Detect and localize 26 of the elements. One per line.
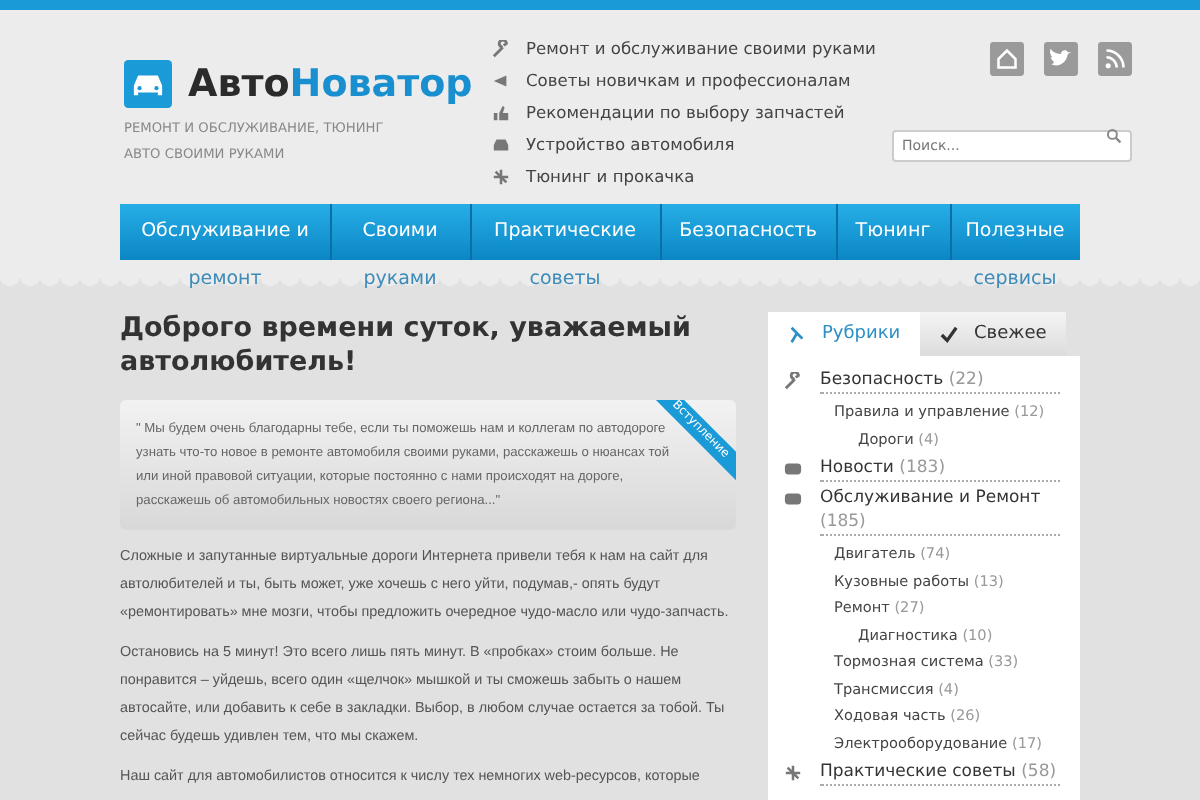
bird-icon[interactable] <box>1044 42 1078 76</box>
rss-icon[interactable] <box>1098 42 1132 76</box>
header-link[interactable]: Ремонт и обслуживание своими руками <box>526 38 876 58</box>
wrench-icon <box>784 372 802 390</box>
thumbs-up-icon <box>492 103 510 121</box>
tuning-icon <box>492 167 510 185</box>
header-link[interactable]: Устройство автомобиля <box>526 134 735 154</box>
category-link[interactable]: Новости (183) <box>820 456 1060 482</box>
home-icon[interactable] <box>990 42 1024 76</box>
category-link[interactable]: Безопасность (22) <box>820 368 1060 394</box>
article-title: Доброго времени суток, уважаемый автолюбитель! <box>120 312 693 380</box>
header-link[interactable]: Тюнинг и прокачка <box>526 166 695 186</box>
category-link[interactable]: Обслуживание и Ремонт (185) <box>820 486 1060 536</box>
car-icon <box>492 135 510 153</box>
car-logo-icon <box>124 60 172 108</box>
sidebar-tab[interactable]: Свежее <box>920 312 1067 356</box>
header-link[interactable]: Советы новичкам и профессионалам <box>526 70 851 90</box>
wrench-icon <box>492 39 510 57</box>
tuning-icon <box>784 764 802 782</box>
sidebar-tab[interactable]: Рубрики <box>768 312 920 356</box>
search-icon <box>1106 128 1122 144</box>
horn-icon <box>492 71 510 89</box>
header-link[interactable]: Рекомендации по выбору запчастей <box>526 102 845 122</box>
site-logo-text: АвтоНоватор <box>188 60 473 108</box>
category-link[interactable]: Практические советы (58) <box>820 760 1060 786</box>
check-icon <box>940 325 958 343</box>
